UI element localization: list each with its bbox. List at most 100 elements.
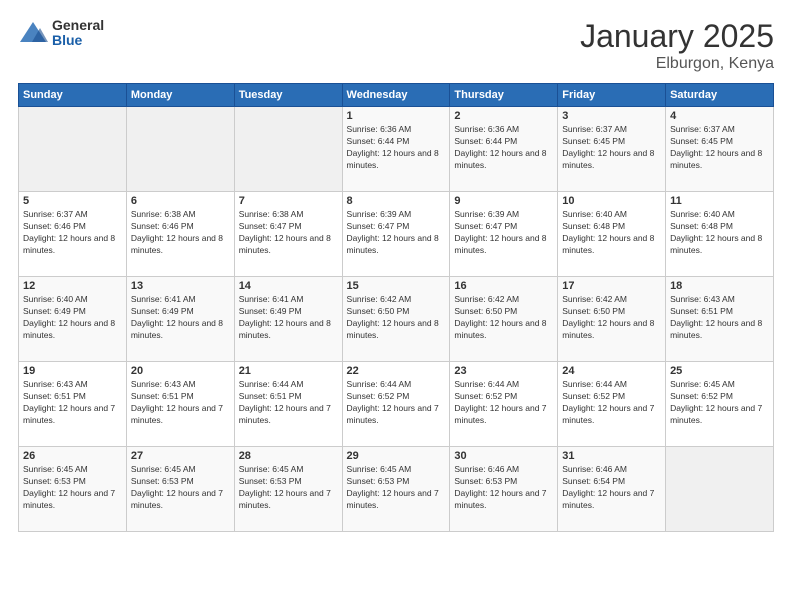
table-row: 6 Sunrise: 6:38 AM Sunset: 6:46 PM Daylig…: [126, 192, 234, 277]
table-row: 1Sunrise: 6:36 AM Sunset: 6:44 PM Daylig…: [342, 107, 450, 192]
col-thursday: Thursday: [450, 84, 558, 107]
logo: General Blue: [18, 18, 104, 49]
table-row: 7 Sunrise: 6:38 AM Sunset: 6:47 PM Daylig…: [234, 192, 342, 277]
day-number: 2: [454, 110, 553, 122]
day-number: 21: [239, 365, 338, 377]
logo-blue: Blue: [52, 33, 104, 48]
day-info: Sunrise: 6:43 AM Sunset: 6:51 PM Dayligh…: [670, 294, 769, 342]
day-number: 27: [131, 450, 230, 462]
table-row: 26 Sunrise: 6:45 AM Sunset: 6:53 PM Dayli…: [19, 447, 127, 532]
table-row: 4Sunrise: 6:37 AM Sunset: 6:45 PM Daylig…: [666, 107, 774, 192]
day-info: Sunrise: 6:37 AM Sunset: 6:45 PM Dayligh…: [562, 124, 661, 172]
table-row: 13Sunrise: 6:41 AM Sunset: 6:49 PM Dayli…: [126, 277, 234, 362]
day-number: 3: [562, 110, 661, 122]
day-number: 23: [454, 365, 553, 377]
table-row: 19Sunrise: 6:43 AM Sunset: 6:51 PM Dayli…: [19, 362, 127, 447]
day-info: Sunrise: 6:42 AM Sunset: 6:50 PM Dayligh…: [562, 294, 661, 342]
day-info: Sunrise: 6:41 AM Sunset: 6:49 PM Dayligh…: [239, 294, 338, 342]
calendar-week-2: 5Sunrise: 6:37 AM Sunset: 6:46 PM Daylig…: [19, 192, 774, 277]
table-row: 14Sunrise: 6:41 AM Sunset: 6:49 PM Dayli…: [234, 277, 342, 362]
day-number: 6: [131, 195, 230, 207]
table-row: 20 Sunrise: 6:43 AM Sunset: 6:51 PM Dayli…: [126, 362, 234, 447]
day-number: 10: [562, 195, 661, 207]
table-row: 16 Sunrise: 6:42 AM Sunset: 6:50 PM Dayli…: [450, 277, 558, 362]
day-number: 28: [239, 450, 338, 462]
day-number: 22: [347, 365, 446, 377]
day-info: Sunrise: 6:42 AM Sunset: 6:50 PM Dayligh…: [347, 294, 446, 342]
table-row: 5Sunrise: 6:37 AM Sunset: 6:46 PM Daylig…: [19, 192, 127, 277]
calendar-header-row: Sunday Monday Tuesday Wednesday Thursday…: [19, 84, 774, 107]
day-info: Sunrise: 6:44 AM Sunset: 6:52 PM Dayligh…: [347, 379, 446, 427]
day-info: Sunrise: 6:40 AM Sunset: 6:48 PM Dayligh…: [670, 209, 769, 257]
table-row: [126, 107, 234, 192]
day-info: Sunrise: 6:45 AM Sunset: 6:53 PM Dayligh…: [239, 464, 338, 512]
day-number: 26: [23, 450, 122, 462]
day-number: 18: [670, 280, 769, 292]
table-row: 30Sunrise: 6:46 AM Sunset: 6:53 PM Dayli…: [450, 447, 558, 532]
day-number: 30: [454, 450, 553, 462]
day-number: 5: [23, 195, 122, 207]
table-row: 12 Sunrise: 6:40 AM Sunset: 6:49 PM Dayli…: [19, 277, 127, 362]
table-row: 3 Sunrise: 6:37 AM Sunset: 6:45 PM Daylig…: [558, 107, 666, 192]
table-row: 22 Sunrise: 6:44 AM Sunset: 6:52 PM Dayli…: [342, 362, 450, 447]
table-row: 2 Sunrise: 6:36 AM Sunset: 6:44 PM Daylig…: [450, 107, 558, 192]
calendar-week-3: 12 Sunrise: 6:40 AM Sunset: 6:49 PM Dayli…: [19, 277, 774, 362]
calendar-week-5: 26 Sunrise: 6:45 AM Sunset: 6:53 PM Dayli…: [19, 447, 774, 532]
calendar-title: January 2025: [580, 18, 774, 55]
col-friday: Friday: [558, 84, 666, 107]
table-row: 24 Sunrise: 6:44 AM Sunset: 6:52 PM Dayli…: [558, 362, 666, 447]
col-saturday: Saturday: [666, 84, 774, 107]
day-info: Sunrise: 6:40 AM Sunset: 6:48 PM Dayligh…: [562, 209, 661, 257]
title-block: January 2025 Elburgon, Kenya: [580, 18, 774, 73]
day-number: 20: [131, 365, 230, 377]
day-info: Sunrise: 6:45 AM Sunset: 6:53 PM Dayligh…: [23, 464, 122, 512]
day-number: 8: [347, 195, 446, 207]
calendar-table: Sunday Monday Tuesday Wednesday Thursday…: [18, 83, 774, 532]
col-monday: Monday: [126, 84, 234, 107]
day-info: Sunrise: 6:45 AM Sunset: 6:53 PM Dayligh…: [131, 464, 230, 512]
table-row: [234, 107, 342, 192]
table-row: 29Sunrise: 6:45 AM Sunset: 6:53 PM Dayli…: [342, 447, 450, 532]
day-info: Sunrise: 6:46 AM Sunset: 6:54 PM Dayligh…: [562, 464, 661, 512]
day-info: Sunrise: 6:39 AM Sunset: 6:47 PM Dayligh…: [347, 209, 446, 257]
calendar-location: Elburgon, Kenya: [580, 55, 774, 73]
page-header: General Blue January 2025 Elburgon, Keny…: [18, 18, 774, 73]
day-number: 24: [562, 365, 661, 377]
day-info: Sunrise: 6:44 AM Sunset: 6:52 PM Dayligh…: [454, 379, 553, 427]
day-info: Sunrise: 6:42 AM Sunset: 6:50 PM Dayligh…: [454, 294, 553, 342]
day-number: 16: [454, 280, 553, 292]
day-number: 1: [347, 110, 446, 122]
logo-text: General Blue: [52, 18, 104, 49]
day-number: 7: [239, 195, 338, 207]
col-tuesday: Tuesday: [234, 84, 342, 107]
day-number: 13: [131, 280, 230, 292]
col-sunday: Sunday: [19, 84, 127, 107]
day-info: Sunrise: 6:36 AM Sunset: 6:44 PM Dayligh…: [454, 124, 553, 172]
col-wednesday: Wednesday: [342, 84, 450, 107]
table-row: 9Sunrise: 6:39 AM Sunset: 6:47 PM Daylig…: [450, 192, 558, 277]
day-info: Sunrise: 6:39 AM Sunset: 6:47 PM Dayligh…: [454, 209, 553, 257]
table-row: [666, 447, 774, 532]
day-number: 12: [23, 280, 122, 292]
day-number: 15: [347, 280, 446, 292]
day-info: Sunrise: 6:45 AM Sunset: 6:53 PM Dayligh…: [347, 464, 446, 512]
day-number: 19: [23, 365, 122, 377]
table-row: 8 Sunrise: 6:39 AM Sunset: 6:47 PM Daylig…: [342, 192, 450, 277]
day-number: 25: [670, 365, 769, 377]
calendar-week-4: 19 Sunrise: 6:43 AM Sunset: 6:51 PM Dayli…: [19, 362, 774, 447]
day-info: Sunrise: 6:44 AM Sunset: 6:52 PM Dayligh…: [562, 379, 661, 427]
day-info: Sunrise: 6:38 AM Sunset: 6:47 PM Dayligh…: [239, 209, 338, 257]
table-row: 28 Sunrise: 6:45 AM Sunset: 6:53 PM Dayli…: [234, 447, 342, 532]
table-row: 23 Sunrise: 6:44 AM Sunset: 6:52 PM Dayli…: [450, 362, 558, 447]
table-row: 15 Sunrise: 6:42 AM Sunset: 6:50 PM Dayli…: [342, 277, 450, 362]
table-row: 27 Sunrise: 6:45 AM Sunset: 6:53 PM Dayli…: [126, 447, 234, 532]
day-info: Sunrise: 6:40 AM Sunset: 6:49 PM Dayligh…: [23, 294, 122, 342]
day-info: Sunrise: 6:43 AM Sunset: 6:51 PM Dayligh…: [131, 379, 230, 427]
day-number: 11: [670, 195, 769, 207]
day-info: Sunrise: 6:38 AM Sunset: 6:46 PM Dayligh…: [131, 209, 230, 257]
table-row: 21Sunrise: 6:44 AM Sunset: 6:51 PM Dayli…: [234, 362, 342, 447]
day-info: Sunrise: 6:45 AM Sunset: 6:52 PM Dayligh…: [670, 379, 769, 427]
table-row: [19, 107, 127, 192]
table-row: 11 Sunrise: 6:40 AM Sunset: 6:48 PM Dayli…: [666, 192, 774, 277]
day-number: 4: [670, 110, 769, 122]
